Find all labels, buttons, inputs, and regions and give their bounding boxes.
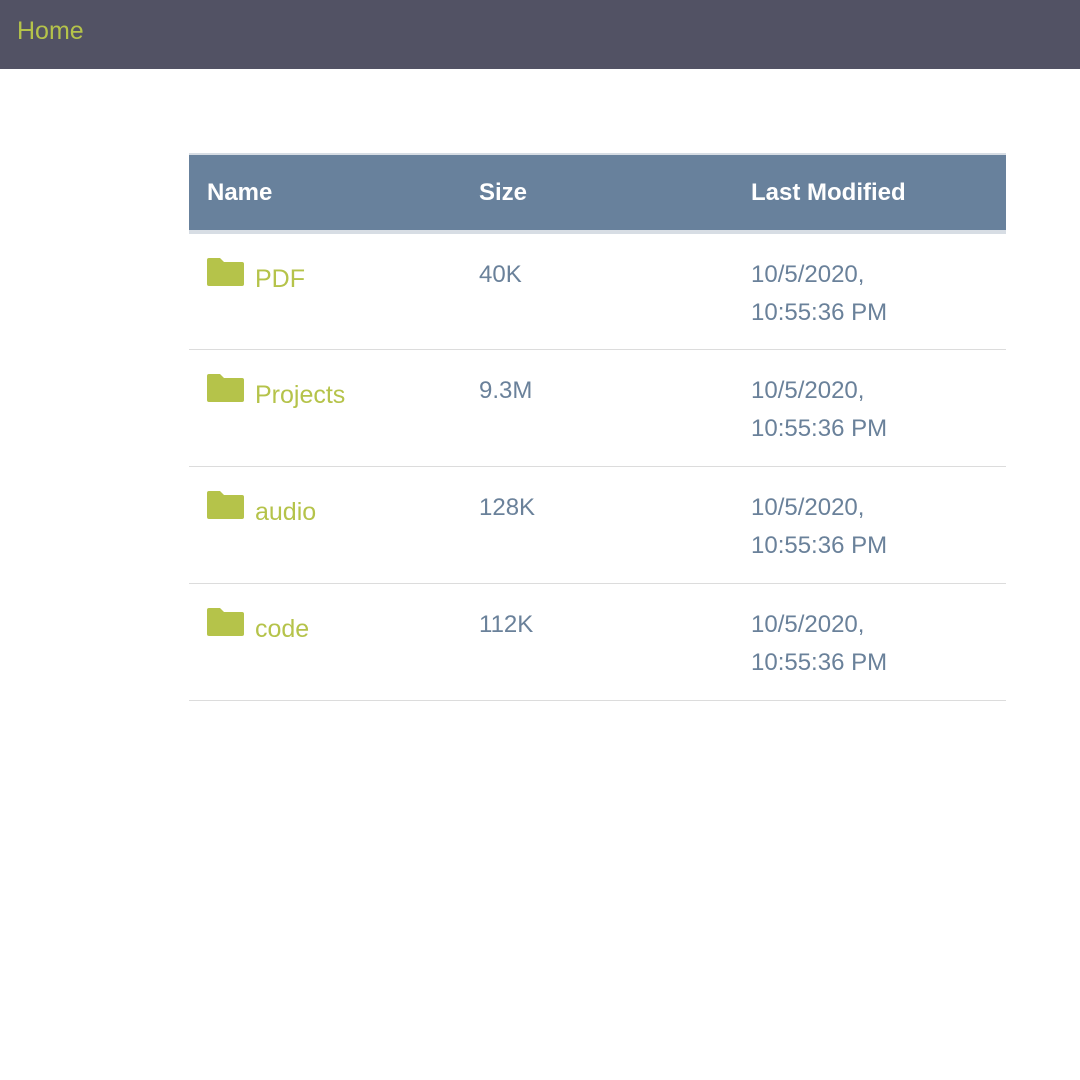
last-modified-cell: 10/5/2020, 10:55:36 PM (733, 583, 1006, 701)
size-value: 128K (479, 493, 536, 521)
name-cell: Projects (189, 349, 461, 467)
last-modified-cell: 10/5/2020, 10:55:36 PM (733, 232, 1006, 350)
folder-link[interactable]: audio (255, 493, 316, 531)
folder-link[interactable]: PDF (255, 260, 305, 298)
folder-link[interactable]: Projects (255, 376, 345, 414)
header-row: Name Size Last Modified (189, 153, 1006, 234)
modified-time: 10:55:36 PM (751, 648, 888, 676)
size-cell: 9.3M (461, 349, 733, 467)
folder-icon[interactable] (207, 490, 244, 519)
modified-date: 10/5/2020, (751, 610, 865, 638)
modified-date: 10/5/2020, (751, 376, 865, 404)
table-row: Projects 9.3M 10/5/2020, 10:55:36 PM (189, 349, 1006, 467)
home-link[interactable]: Home (17, 16, 84, 46)
folder-icon[interactable] (207, 607, 244, 636)
table-row: PDF 40K 10/5/2020, 10:55:36 PM (189, 232, 1006, 350)
file-listing-table: Name Size Last Modified PDF 40K 10/5/202… (189, 153, 1006, 701)
modified-date: 10/5/2020, (751, 261, 865, 288)
last-modified-cell: 10/5/2020, 10:55:36 PM (733, 349, 1006, 467)
size-cell: 40K (461, 232, 733, 350)
folder-link[interactable]: code (255, 610, 309, 648)
column-header-size[interactable]: Size (461, 153, 733, 234)
table-body: PDF 40K 10/5/2020, 10:55:36 PM Projects … (189, 232, 1006, 701)
name-cell: audio (189, 466, 461, 584)
modified-time: 10:55:36 PM (751, 299, 888, 326)
modified-date: 10/5/2020, (751, 493, 865, 521)
column-header-name[interactable]: Name (189, 153, 461, 234)
top-navigation-bar: Home (0, 0, 1080, 69)
size-cell: 112K (461, 583, 733, 701)
folder-icon[interactable] (207, 258, 244, 286)
table-row: audio 128K 10/5/2020, 10:55:36 PM (189, 466, 1006, 584)
column-header-last-modified[interactable]: Last Modified (733, 153, 1006, 234)
size-value: 40K (479, 261, 522, 288)
table-header: Name Size Last Modified (189, 153, 1006, 234)
table-row: code 112K 10/5/2020, 10:55:36 PM (189, 583, 1006, 701)
name-cell: code (189, 583, 461, 701)
size-value: 112K (479, 610, 534, 638)
last-modified-cell: 10/5/2020, 10:55:36 PM (733, 466, 1006, 584)
folder-icon[interactable] (207, 373, 244, 402)
size-value: 9.3M (479, 376, 533, 404)
size-cell: 128K (461, 466, 733, 584)
name-cell: PDF (189, 232, 461, 350)
modified-time: 10:55:36 PM (751, 414, 888, 442)
modified-time: 10:55:36 PM (751, 531, 888, 559)
